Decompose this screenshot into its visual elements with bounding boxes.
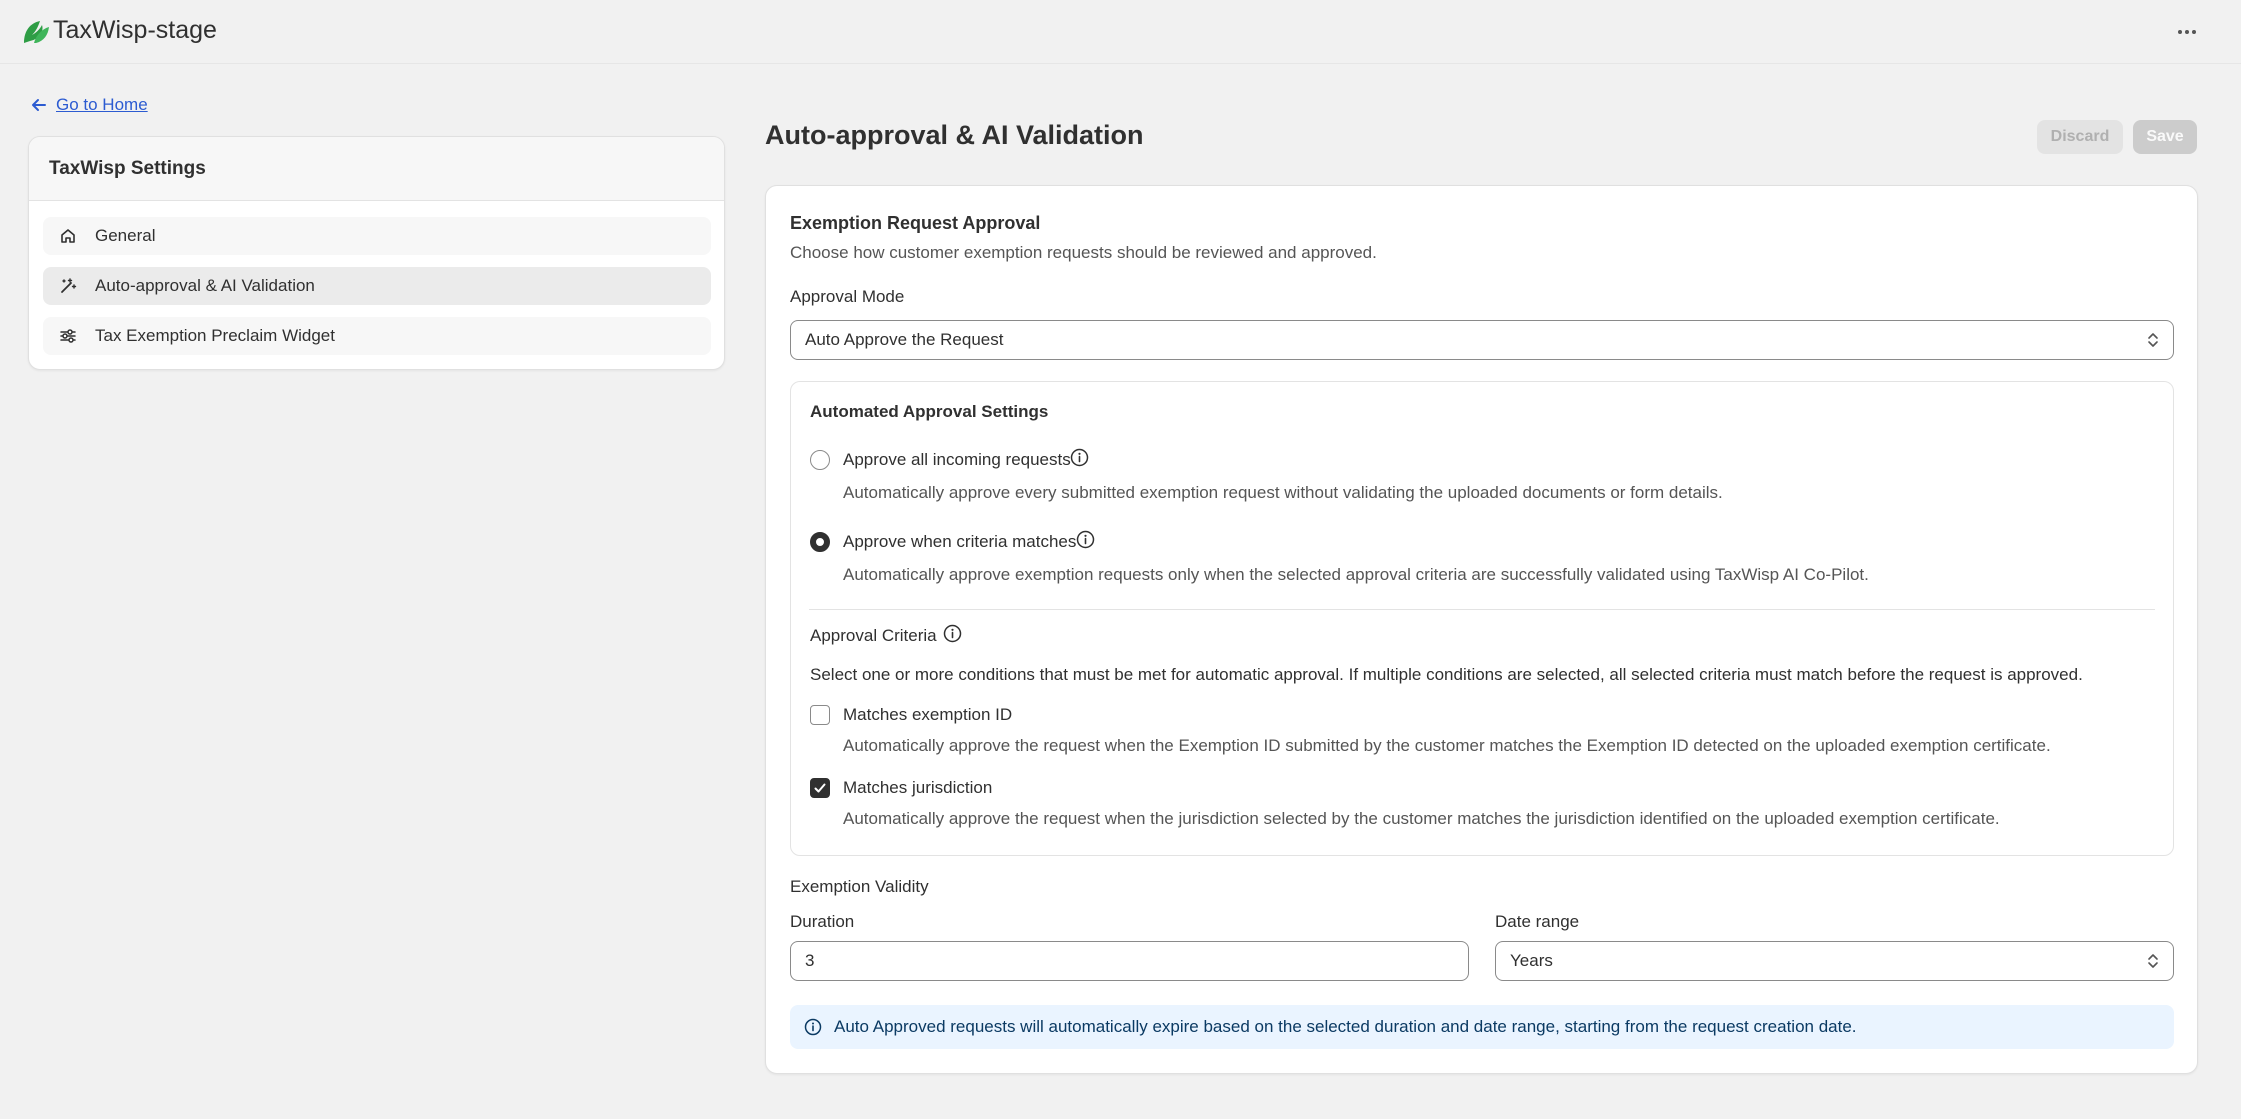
settings-sidebar: TaxWisp Settings General Auto-approval &… — [28, 136, 725, 370]
automated-approval-settings: Automated Approval Settings Approve all … — [790, 381, 2174, 856]
option-label: Approve all incoming requests — [843, 450, 1071, 469]
arrow-left-icon — [32, 99, 46, 111]
info-icon[interactable] — [943, 624, 962, 643]
app-title: TaxWisp-stage — [53, 16, 217, 44]
sidebar-title: TaxWisp Settings — [29, 137, 724, 201]
info-icon[interactable] — [1070, 448, 1089, 467]
discard-button[interactable]: Discard — [2037, 120, 2123, 154]
approval-settings-card: Exemption Request Approval Choose how cu… — [765, 185, 2198, 1074]
radio-approve-criteria[interactable] — [810, 532, 830, 552]
leaf-logo-icon — [24, 21, 49, 43]
section-subtitle: Choose how customer exemption requests s… — [790, 243, 1377, 262]
sidebar-item-auto-approval[interactable]: Auto-approval & AI Validation — [43, 267, 711, 305]
checkmark-icon — [814, 783, 826, 793]
criteria-label: Matches jurisdiction — [843, 778, 993, 797]
automated-settings-title: Automated Approval Settings — [810, 402, 1049, 421]
checkbox-matches-jurisdiction[interactable] — [810, 778, 830, 798]
approval-criteria-title: Approval Criteria — [810, 626, 937, 645]
option-label: Approve when criteria matches — [843, 532, 1077, 551]
criteria-description: Automatically approve the request when t… — [843, 809, 2000, 828]
date-range-select[interactable]: Years — [1495, 941, 2174, 981]
exemption-validity-title: Exemption Validity — [790, 877, 929, 896]
info-banner: Auto Approved requests will automaticall… — [790, 1005, 2174, 1049]
option-description: Automatically approve exemption requests… — [843, 565, 1869, 584]
sidebar-item-label: Tax Exemption Preclaim Widget — [95, 326, 335, 345]
approval-mode-value: Auto Approve the Request — [805, 330, 1004, 349]
radio-approve-all[interactable] — [810, 450, 830, 470]
sidebar-item-label: Auto-approval & AI Validation — [95, 276, 315, 295]
approval-criteria-description: Select one or more conditions that must … — [810, 665, 2083, 684]
date-range-value: Years — [1510, 951, 1553, 970]
checkbox-matches-exemption-id[interactable] — [810, 705, 830, 725]
sidebar-item-general[interactable]: General — [43, 217, 711, 255]
info-icon[interactable] — [1076, 530, 1095, 549]
more-options-icon[interactable] — [2170, 18, 2204, 46]
chevron-updown-icon — [2148, 954, 2158, 968]
go-to-home-link[interactable]: Go to Home — [30, 95, 148, 115]
approval-mode-select[interactable]: Auto Approve the Request — [790, 320, 2174, 360]
sliders-icon — [60, 329, 76, 343]
section-title: Exemption Request Approval — [790, 213, 1041, 233]
magic-wand-icon — [61, 278, 77, 293]
duration-input[interactable]: 3 — [790, 941, 1469, 981]
approval-mode-label: Approval Mode — [790, 287, 905, 306]
info-icon — [804, 1018, 822, 1036]
page-title: Auto-approval & AI Validation — [765, 120, 1144, 150]
sidebar-item-preclaim-widget[interactable]: Tax Exemption Preclaim Widget — [43, 317, 711, 355]
save-button[interactable]: Save — [2133, 120, 2197, 154]
criteria-description: Automatically approve the request when t… — [843, 736, 2051, 755]
go-to-home-label: Go to Home — [56, 95, 148, 114]
chevron-updown-icon — [2148, 333, 2158, 347]
top-bar: TaxWisp-stage — [0, 0, 2241, 64]
divider — [809, 609, 2155, 610]
option-description: Automatically approve every submitted ex… — [843, 483, 1723, 502]
criteria-label: Matches exemption ID — [843, 705, 1013, 724]
home-icon — [61, 229, 75, 243]
info-banner-text: Auto Approved requests will automaticall… — [834, 1017, 1857, 1036]
duration-value: 3 — [805, 951, 815, 970]
duration-label: Duration — [790, 912, 855, 931]
date-range-label: Date range — [1495, 912, 1580, 931]
sidebar-item-label: General — [95, 226, 156, 245]
